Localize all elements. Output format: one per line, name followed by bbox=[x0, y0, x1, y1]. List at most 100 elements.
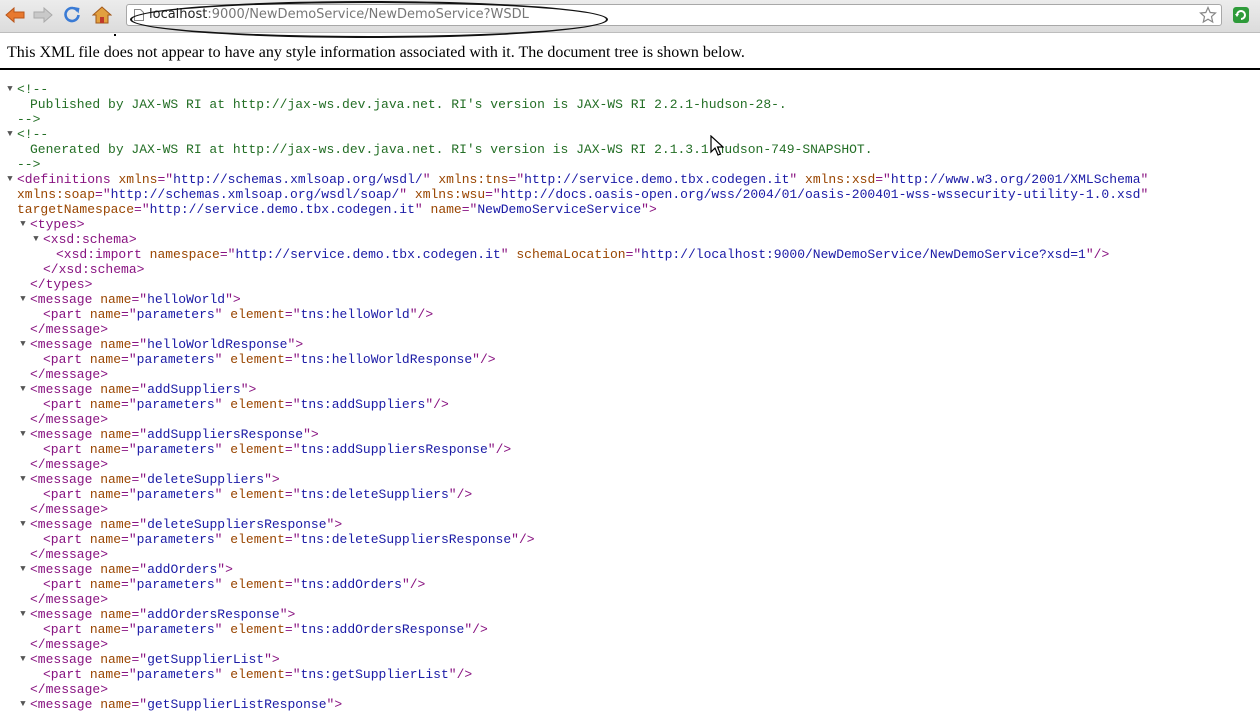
back-arrow-icon[interactable] bbox=[3, 3, 27, 27]
tree-line: </message> bbox=[0, 457, 1260, 472]
tree-line: targetNamespace="http://service.demo.tbx… bbox=[0, 202, 1260, 217]
collapse-toggle-icon[interactable]: ▼ bbox=[18, 337, 28, 352]
collapse-toggle-icon[interactable]: ▼ bbox=[18, 697, 28, 712]
collapse-toggle-icon[interactable]: ▼ bbox=[18, 517, 28, 532]
tag-name: <part bbox=[43, 442, 83, 457]
tag-name: <part bbox=[43, 577, 83, 592]
attr-name: name bbox=[100, 382, 132, 397]
punct: " bbox=[511, 532, 519, 547]
tree-line: <xsd:import namespace="http://service.de… bbox=[0, 247, 1260, 262]
address-bar[interactable]: localhost:9000/NewDemoService/NewDemoSer… bbox=[126, 4, 1222, 26]
page-icon bbox=[134, 9, 144, 21]
collapse-toggle-icon[interactable]: ▼ bbox=[18, 652, 28, 667]
collapse-toggle-icon[interactable]: ▼ bbox=[5, 127, 15, 142]
collapse-toggle-icon[interactable]: ▼ bbox=[5, 172, 15, 187]
attr-name: name bbox=[430, 202, 462, 217]
attr-name: element bbox=[230, 352, 285, 367]
collapse-toggle-icon[interactable]: ▼ bbox=[31, 232, 41, 247]
tag-name: <message bbox=[30, 382, 93, 397]
attr-value: http://localhost:9000/NewDemoService/New… bbox=[641, 247, 1086, 262]
collapse-toggle-icon[interactable]: ▼ bbox=[18, 217, 28, 232]
attr-name: name bbox=[89, 307, 122, 322]
punct: " bbox=[1140, 187, 1149, 202]
punct: =" bbox=[131, 427, 148, 442]
attr-value: deleteSuppliersResponse bbox=[147, 517, 327, 532]
attr-name: element bbox=[230, 622, 285, 637]
tree-line: ▼ <!-- bbox=[0, 127, 1260, 142]
collapse-toggle-icon[interactable]: ▼ bbox=[18, 472, 28, 487]
punct: =" bbox=[219, 247, 236, 262]
punct: " bbox=[425, 397, 434, 412]
punct: /> bbox=[1093, 247, 1110, 262]
collapse-toggle-icon[interactable]: ▼ bbox=[18, 562, 28, 577]
tree-line: <part name="parameters" element="tns:add… bbox=[0, 442, 1260, 457]
url-text[interactable]: localhost:9000/NewDemoService/NewDemoSer… bbox=[149, 7, 529, 22]
collapse-toggle-icon[interactable]: ▼ bbox=[5, 82, 15, 97]
url-host: localhost bbox=[149, 7, 208, 22]
punct: " bbox=[448, 667, 457, 682]
punct: =" bbox=[625, 247, 642, 262]
punct: =" bbox=[131, 292, 148, 307]
attr-value: tns:getSupplierList bbox=[300, 667, 449, 682]
attr-value: deleteSuppliers bbox=[147, 472, 265, 487]
punct: =" bbox=[875, 172, 891, 187]
tree-line: </message> bbox=[0, 682, 1260, 697]
attr-name: namespace bbox=[149, 247, 220, 262]
attr-value: http://service.demo.tbx.codegen.it bbox=[235, 247, 501, 262]
attr-value: tns:addOrdersResponse bbox=[300, 622, 465, 637]
punct: > bbox=[232, 292, 241, 307]
punct: =" bbox=[131, 337, 148, 352]
attr-name: name bbox=[89, 622, 122, 637]
tree-line: <part name="parameters" element="tns:hel… bbox=[0, 307, 1260, 322]
notice-divider bbox=[0, 68, 1260, 70]
forward-arrow-icon[interactable] bbox=[31, 3, 55, 27]
attr-name: element bbox=[230, 442, 285, 457]
tag-name: <message bbox=[30, 427, 93, 442]
punct: " bbox=[264, 472, 272, 487]
bookmark-star-icon[interactable] bbox=[1199, 6, 1217, 24]
attr-name: name bbox=[100, 652, 132, 667]
punct: > bbox=[334, 697, 343, 712]
comment-text: Generated by JAX-WS RI at http://jax-ws.… bbox=[30, 142, 873, 157]
punct: =" bbox=[284, 622, 301, 637]
tag-name: <message bbox=[30, 697, 93, 712]
comment-open: <!-- bbox=[17, 82, 49, 97]
collapse-toggle-icon[interactable]: ▼ bbox=[18, 427, 28, 442]
tag-name: </types> bbox=[30, 277, 93, 292]
attr-name: name bbox=[100, 292, 132, 307]
reload-icon[interactable] bbox=[60, 3, 84, 27]
punct: " bbox=[217, 562, 226, 577]
tree-line: --> bbox=[0, 157, 1260, 172]
url-path: :9000/NewDemoService/NewDemoService?WSDL bbox=[207, 7, 529, 22]
punct: =" bbox=[284, 307, 301, 322]
punct: =" bbox=[131, 607, 148, 622]
punct: =" bbox=[284, 352, 301, 367]
attr-name: name bbox=[89, 442, 122, 457]
tag-name: <message bbox=[30, 472, 93, 487]
home-icon[interactable] bbox=[90, 3, 114, 27]
attr-value: getSupplierList bbox=[147, 652, 265, 667]
attr-name: name bbox=[100, 472, 132, 487]
punct: /> bbox=[479, 352, 496, 367]
tag-name: </message> bbox=[30, 367, 109, 382]
collapse-toggle-icon[interactable]: ▼ bbox=[18, 607, 28, 622]
extension-icon[interactable] bbox=[1232, 6, 1250, 24]
tree-line: ▼ <message name="addSuppliers"> bbox=[0, 382, 1260, 397]
attr-value: parameters bbox=[136, 622, 215, 637]
tag-name: <part bbox=[43, 307, 83, 322]
punct: =" bbox=[121, 532, 137, 547]
tree-line: ▼ <message name="addSuppliersResponse"> bbox=[0, 427, 1260, 442]
tag-name: <message bbox=[30, 562, 93, 577]
collapse-toggle-icon[interactable]: ▼ bbox=[18, 292, 28, 307]
attr-value: parameters bbox=[136, 532, 215, 547]
attr-name: xmlns bbox=[118, 172, 158, 187]
tree-line: </xsd:schema> bbox=[0, 262, 1260, 277]
attr-value: parameters bbox=[136, 307, 215, 322]
attr-value: http://schemas.xmlsoap.org/wsdl/ bbox=[173, 172, 423, 187]
tag-name: <message bbox=[30, 652, 93, 667]
collapse-toggle-icon[interactable]: ▼ bbox=[18, 382, 28, 397]
attr-value: addOrdersResponse bbox=[147, 607, 280, 622]
punct: " bbox=[641, 202, 649, 217]
punct: " bbox=[401, 577, 410, 592]
punct: /> bbox=[456, 487, 473, 502]
